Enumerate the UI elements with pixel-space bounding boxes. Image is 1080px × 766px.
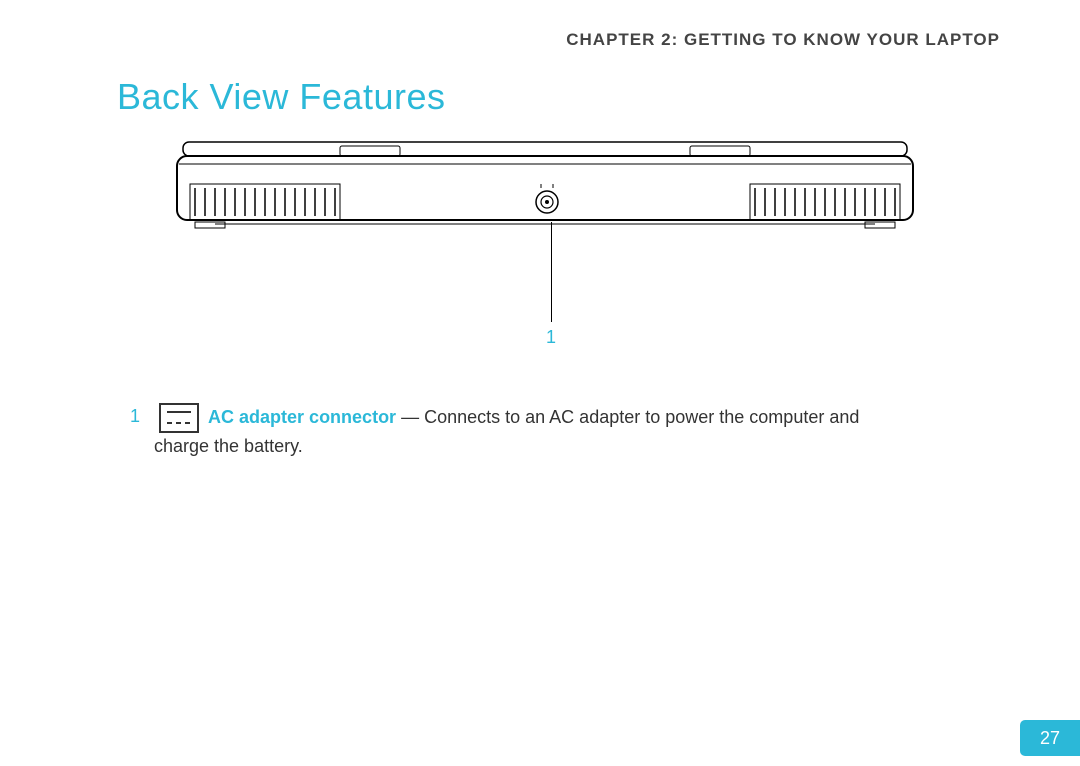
page-number-tab: 27 — [1020, 720, 1080, 756]
laptop-back-svg — [175, 140, 915, 235]
feature-description: 1 AC adapter connector — Connects to an … — [130, 403, 1000, 461]
feature-desc-line1: Connects to an AC adapter to power the c… — [424, 407, 859, 427]
feature-desc-line2: charge the battery. — [154, 433, 1000, 461]
callout-1: 1 — [546, 222, 556, 348]
section-title: Back View Features — [117, 76, 445, 118]
feature-separator: — — [396, 407, 424, 427]
feature-number: 1 — [130, 403, 154, 431]
callout-line — [551, 222, 552, 322]
chapter-header: CHAPTER 2: GETTING TO KNOW YOUR LAPTOP — [566, 30, 1000, 50]
callout-number: 1 — [546, 327, 556, 348]
ac-adapter-icon — [159, 403, 199, 433]
laptop-back-diagram — [175, 140, 915, 240]
feature-name: AC adapter connector — [208, 407, 396, 427]
